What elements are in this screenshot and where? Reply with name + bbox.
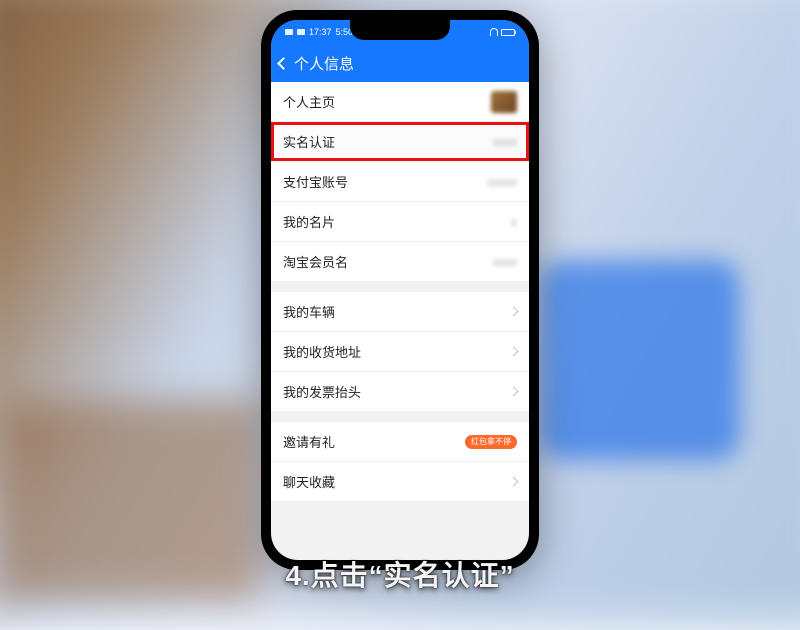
instruction-caption: 4.点击“实名认证” [285, 554, 514, 594]
row-label: 支付宝账号 [283, 172, 487, 191]
avatar-thumb [491, 91, 517, 113]
page-title: 个人信息 [294, 53, 354, 74]
row-taobao-username[interactable]: 淘宝会员名 xxxx [271, 242, 529, 282]
row-label: 我的发票抬头 [283, 382, 502, 401]
row-value-blurred: xxxx [493, 135, 517, 149]
row-label: 实名认证 [283, 132, 493, 151]
row-value-blurred: xxxxx [487, 175, 517, 189]
row-shipping-address[interactable]: 我的收货地址 [271, 332, 529, 372]
signal-icon [297, 29, 305, 35]
row-label: 我的收货地址 [283, 342, 502, 361]
row-label: 我的名片 [283, 212, 511, 231]
promo-badge: 红包拿不停 [465, 435, 517, 449]
phone-notch [350, 20, 450, 40]
row-value-blurred: x [511, 215, 517, 229]
row-label: 淘宝会员名 [283, 252, 493, 271]
phone-frame: 17:37 5:50 个人信息 个人主页 实名认证 xxxx 支付宝账号 [261, 10, 539, 570]
status-time: 17:37 [309, 27, 332, 37]
row-invoice-title[interactable]: 我的发票抬头 [271, 372, 529, 412]
chevron-right-icon [509, 307, 519, 317]
page-header: 个人信息 [271, 44, 529, 82]
battery-icon [501, 29, 515, 36]
chevron-right-icon [509, 347, 519, 357]
settings-section-2: 我的车辆 我的收货地址 我的发票抬头 [271, 292, 529, 412]
signal-icon [285, 29, 293, 35]
row-my-card[interactable]: 我的名片 x [271, 202, 529, 242]
row-my-vehicle[interactable]: 我的车辆 [271, 292, 529, 332]
row-label: 个人主页 [283, 92, 491, 111]
section-gap [271, 412, 529, 422]
row-value-blurred: xxxx [493, 255, 517, 269]
bg-accent-left [0, 400, 260, 600]
row-label: 邀请有礼 [283, 432, 465, 451]
row-chat-favorites[interactable]: 聊天收藏 [271, 462, 529, 502]
settings-section-3: 邀请有礼 红包拿不停 聊天收藏 [271, 422, 529, 502]
bg-accent-logo [540, 260, 740, 460]
row-alipay-account[interactable]: 支付宝账号 xxxxx [271, 162, 529, 202]
phone-screen: 17:37 5:50 个人信息 个人主页 实名认证 xxxx 支付宝账号 [271, 20, 529, 560]
row-label: 聊天收藏 [283, 472, 502, 491]
row-real-name-verify[interactable]: 实名认证 xxxx [271, 122, 529, 162]
chevron-right-icon [509, 477, 519, 487]
wifi-icon [490, 28, 498, 36]
row-profile[interactable]: 个人主页 [271, 82, 529, 122]
back-icon[interactable] [277, 57, 290, 70]
section-gap [271, 282, 529, 292]
row-invite[interactable]: 邀请有礼 红包拿不停 [271, 422, 529, 462]
row-label: 我的车辆 [283, 302, 502, 321]
chevron-right-icon [509, 387, 519, 397]
settings-section-1: 个人主页 实名认证 xxxx 支付宝账号 xxxxx 我的名片 x 淘宝会员名 … [271, 82, 529, 282]
